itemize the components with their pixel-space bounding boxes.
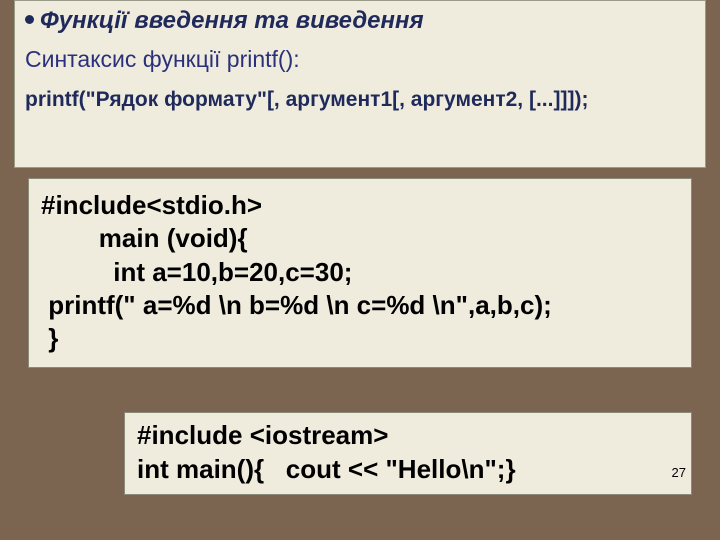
code-block-cpp: #include <iostream> int main(){ cout << …	[124, 412, 692, 495]
top-panel: Функції введення та виведення Синтаксис …	[14, 0, 706, 168]
subtitle-text: Синтаксис функції printf():	[25, 46, 695, 73]
code-line: int a=10,b=20,c=30;	[41, 257, 352, 287]
heading-text: Функції введення та виведення	[40, 7, 424, 34]
page-number: 27	[672, 465, 686, 480]
code-line: int main(){ cout << "Hello\n";}	[137, 454, 516, 484]
code-cpp-text: #include <iostream> int main(){ cout << …	[137, 419, 679, 486]
code-block-c: #include<stdio.h> main (void){ int a=10,…	[28, 178, 692, 368]
code-c-text: #include<stdio.h> main (void){ int a=10,…	[41, 189, 679, 355]
code-line: #include<stdio.h>	[41, 190, 262, 220]
code-line: printf(" a=%d \n b=%d \n c=%d \n",a,b,c)…	[41, 290, 552, 320]
syntax-line: printf("Рядок формату"[, аргумент1[, арг…	[25, 87, 695, 113]
code-line: }	[41, 323, 58, 353]
slide-heading: Функції введення та виведення	[25, 7, 695, 36]
code-line: #include <iostream>	[137, 420, 388, 450]
bullet-icon	[25, 15, 34, 24]
code-line: main (void){	[41, 223, 248, 253]
